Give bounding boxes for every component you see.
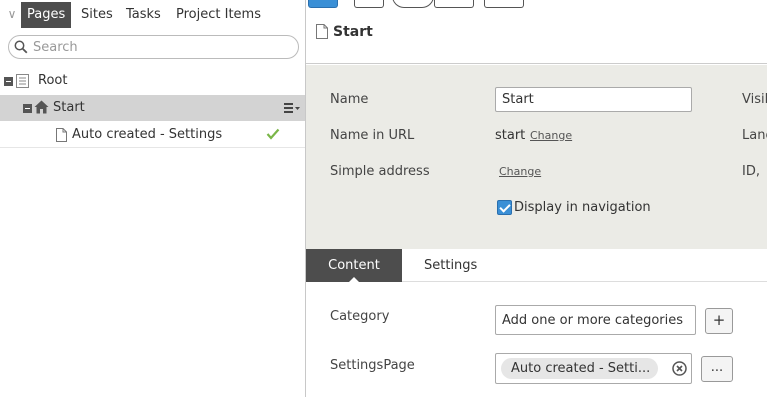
editor-toolbar: Start bbox=[306, 0, 767, 64]
toolbar-button-add[interactable] bbox=[354, 0, 384, 8]
display-in-navigation-checkbox[interactable] bbox=[497, 200, 512, 215]
change-url-link[interactable]: Change bbox=[530, 129, 572, 142]
visible-label: Visil bbox=[742, 92, 767, 107]
page-properties: Name Name in URL start Change Simple add… bbox=[306, 65, 767, 249]
tree-item-root[interactable]: Root bbox=[0, 68, 305, 94]
content-tabs: Content Settings bbox=[306, 249, 767, 283]
language-label: Lanc bbox=[742, 128, 767, 143]
id-label: ID, bbox=[742, 164, 760, 179]
settings-page-item: Auto created - Setti... bbox=[501, 358, 658, 379]
tab-pages[interactable]: Pages bbox=[21, 2, 72, 28]
collapse-toggle-icon[interactable] bbox=[4, 77, 13, 86]
add-category-button[interactable]: + bbox=[705, 308, 733, 334]
toolbar-button-sync[interactable] bbox=[392, 0, 434, 8]
collapse-chevron-icon[interactable]: ∨ bbox=[5, 6, 19, 22]
browse-button[interactable]: ... bbox=[701, 356, 733, 382]
context-menu-icon[interactable] bbox=[284, 101, 300, 115]
settings-page-label: SettingsPage bbox=[330, 358, 415, 373]
search-input[interactable] bbox=[33, 38, 293, 56]
navigation-tabs: ∨ Pages Sites Tasks Project Items bbox=[0, 0, 306, 28]
cms-editor: ∨ Pages Sites Tasks Project Items Root bbox=[0, 0, 767, 397]
document-icon bbox=[56, 128, 67, 142]
category-field[interactable]: Add one or more categories bbox=[495, 305, 696, 335]
document-icon bbox=[316, 24, 328, 39]
tree-item-label: Start bbox=[53, 100, 85, 115]
settings-page-field: Auto created - Setti... bbox=[495, 353, 692, 384]
root-page-icon bbox=[16, 74, 29, 88]
change-simple-address-link[interactable]: Change bbox=[499, 165, 541, 178]
page-editor-pane: Start Name Name in URL start Change Simp… bbox=[306, 0, 767, 397]
tree-item-settings[interactable]: Auto created - Settings bbox=[0, 122, 305, 148]
name-label: Name bbox=[330, 92, 369, 107]
page-tree-pane: ∨ Pages Sites Tasks Project Items Root bbox=[0, 0, 306, 397]
checkmark-icon bbox=[266, 128, 280, 140]
content-form: Category Add one or more categories + Se… bbox=[306, 282, 767, 397]
toolbar-button-primary[interactable] bbox=[308, 0, 338, 8]
search-box bbox=[8, 35, 299, 59]
url-value: start bbox=[495, 128, 526, 143]
tab-tasks[interactable]: Tasks bbox=[126, 2, 161, 28]
search-icon bbox=[14, 40, 28, 54]
toolbar-button-layout[interactable] bbox=[484, 0, 524, 8]
url-label: Name in URL bbox=[330, 128, 415, 143]
tree-item-start[interactable]: Start bbox=[0, 95, 305, 121]
remove-icon[interactable] bbox=[672, 361, 687, 376]
simple-address-label: Simple address bbox=[330, 164, 430, 179]
toolbar-button-preview[interactable] bbox=[434, 0, 474, 8]
collapse-toggle-icon[interactable] bbox=[23, 104, 32, 113]
category-label: Category bbox=[330, 309, 390, 324]
tab-settings[interactable]: Settings bbox=[424, 249, 477, 282]
home-icon bbox=[34, 100, 49, 114]
tab-content[interactable]: Content bbox=[306, 249, 402, 283]
tab-sites[interactable]: Sites bbox=[81, 2, 113, 28]
tree-item-label: Auto created - Settings bbox=[72, 127, 223, 142]
display-in-navigation-label: Display in navigation bbox=[514, 200, 651, 215]
name-field[interactable] bbox=[495, 87, 692, 112]
tree-item-label: Root bbox=[38, 73, 68, 88]
page-title: Start bbox=[333, 24, 373, 40]
tab-project-items[interactable]: Project Items bbox=[176, 2, 261, 28]
